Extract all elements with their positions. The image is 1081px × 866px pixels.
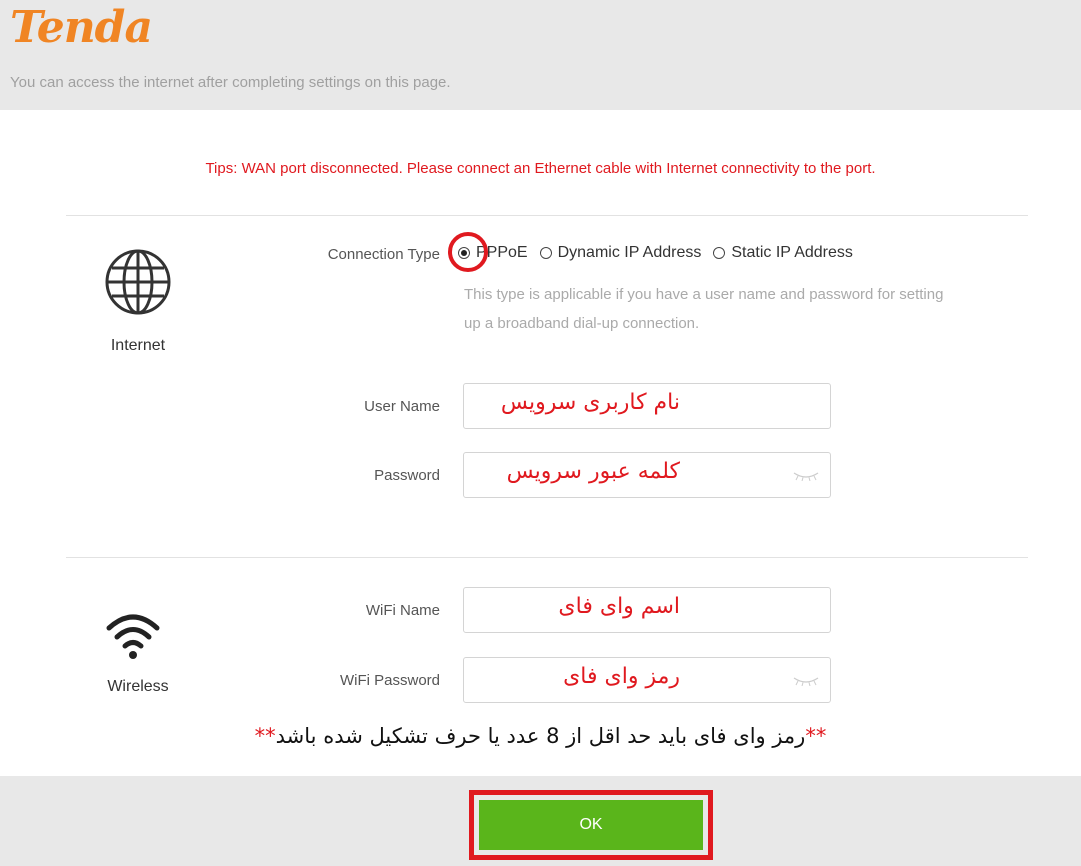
wifi-name-value: اسم وای فای xyxy=(558,594,680,619)
note-stars-end: ** xyxy=(254,724,276,748)
section-divider xyxy=(66,215,1028,216)
wan-tips-message: Tips: WAN port disconnected. Please conn… xyxy=(205,160,876,177)
wifi-password-note: **رمز وای فای باید حد اقل از 8 عدد یا حر… xyxy=(0,724,1081,748)
wifi-password-value: رمز وای فای xyxy=(563,664,680,689)
user-name-input[interactable]: نام کاربری سرویس xyxy=(463,383,831,429)
user-name-label: User Name xyxy=(364,398,440,415)
wifi-name-label: WiFi Name xyxy=(365,602,440,619)
password-value: کلمه عبور سرویس xyxy=(506,459,680,484)
eye-closed-icon[interactable] xyxy=(792,471,820,481)
eye-closed-icon[interactable] xyxy=(792,676,820,686)
radio-dynamic-ip[interactable]: Dynamic IP Address xyxy=(539,244,702,262)
connection-type-description: This type is applicable if you have a us… xyxy=(464,286,944,332)
note-stars-start: ** xyxy=(805,724,827,748)
internet-section-label: Internet xyxy=(110,337,166,354)
tenda-logo: Tenda xyxy=(10,2,153,53)
wifi-password-input[interactable]: رمز وای فای xyxy=(463,657,831,703)
password-input[interactable]: کلمه عبور سرویس xyxy=(463,452,831,498)
note-text: رمز وای فای باید حد اقل از 8 عدد یا حرف … xyxy=(275,724,806,748)
wireless-section-label: Wireless xyxy=(107,678,169,695)
wifi-icon xyxy=(106,614,160,659)
user-name-value: نام کاربری سرویس xyxy=(500,390,680,415)
connection-type-label: Connection Type xyxy=(327,246,440,263)
radio-static-ip-dot[interactable] xyxy=(713,247,726,259)
page-subtitle: You can access the internet after comple… xyxy=(10,74,451,91)
radio-dynamic-ip-dot[interactable] xyxy=(539,247,552,259)
wifi-password-label: WiFi Password xyxy=(339,672,440,689)
password-label: Password xyxy=(374,467,440,484)
pppoe-highlight-marker xyxy=(448,232,488,272)
radio-static-ip-label: Static IP Address xyxy=(731,244,853,261)
wifi-name-input[interactable]: اسم وای فای xyxy=(463,587,831,633)
ok-button[interactable]: OK xyxy=(479,800,703,850)
page-header: Tenda You can access the internet after … xyxy=(0,0,1081,110)
globe-icon xyxy=(105,249,171,315)
radio-dynamic-ip-label: Dynamic IP Address xyxy=(557,244,702,261)
connection-type-radio-group: PPPoE Dynamic IP Address Static IP Addre… xyxy=(458,244,865,262)
radio-static-ip[interactable]: Static IP Address xyxy=(713,244,853,262)
section-divider xyxy=(66,557,1028,558)
